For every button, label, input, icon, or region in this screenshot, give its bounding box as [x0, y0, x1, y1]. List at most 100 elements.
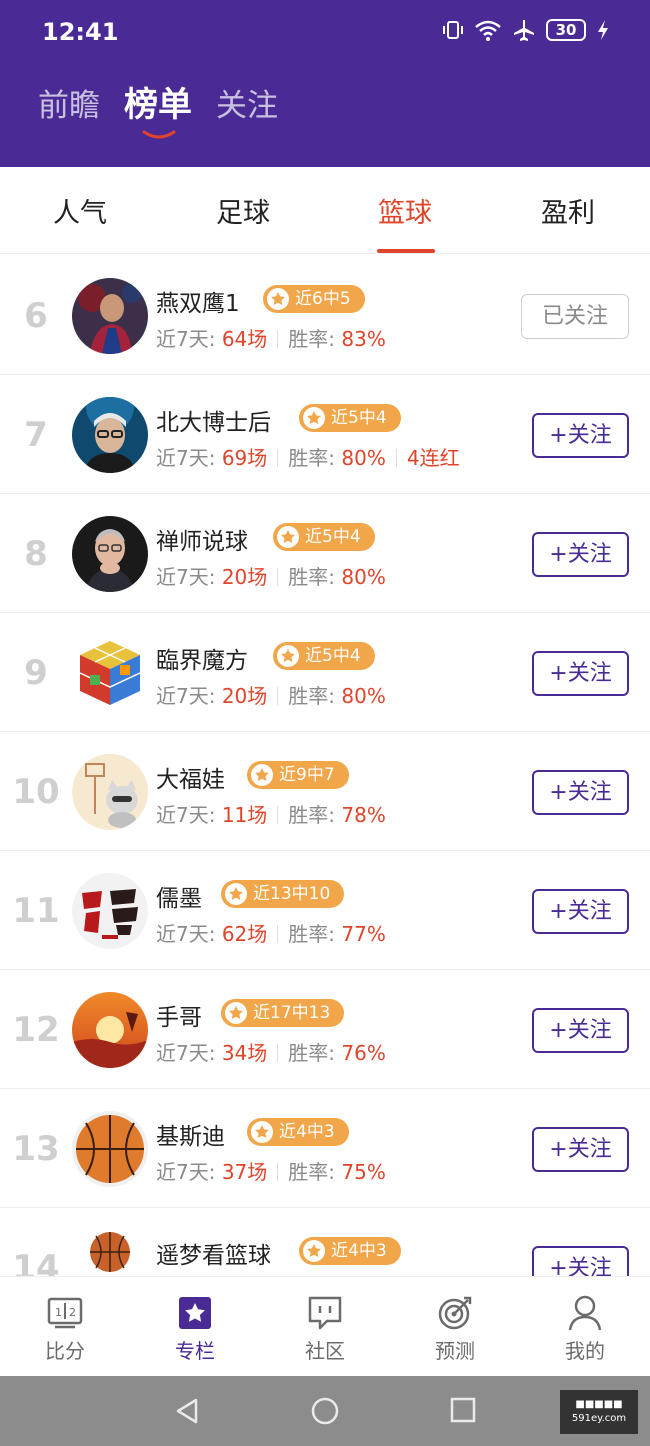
ranking-row[interactable]: 9 臨界魔方 近5中4 近7天: 20场 胜率: 80% +关注: [0, 613, 650, 732]
record-text: 近4中3: [331, 1241, 387, 1261]
svg-text:1: 1: [55, 1306, 62, 1319]
follow-button[interactable]: +关注: [532, 770, 629, 815]
nav-item-prediction[interactable]: 预测: [405, 1293, 505, 1364]
airplane-mode-icon: [514, 20, 534, 41]
record-badge: 近17中13: [221, 999, 345, 1027]
followed-button[interactable]: 已关注: [521, 294, 629, 339]
ranking-row[interactable]: 10 大福娃 近9中7 近7天: 11场 胜率: 78% +关注: [0, 732, 650, 851]
avatar-cat[interactable]: [72, 754, 148, 830]
win-rate-value: 80%: [341, 446, 386, 470]
nav-item-community[interactable]: 社区: [275, 1293, 375, 1364]
follow-button[interactable]: +关注: [532, 889, 629, 934]
star-icon: [251, 764, 273, 786]
tab-football[interactable]: 足球: [216, 191, 270, 230]
prediction-target-icon: [438, 1296, 472, 1330]
top-tab-preview[interactable]: 前瞻: [38, 91, 100, 122]
record-badge: 近6中5: [263, 285, 365, 313]
rank-number: 10: [12, 772, 60, 812]
win-rate-value: 75%: [341, 1160, 386, 1184]
games-label: 近7天:: [156, 803, 216, 827]
avatar-player[interactable]: [72, 278, 148, 354]
tipster-name[interactable]: 大福娃: [156, 760, 225, 794]
follow-button[interactable]: +关注: [532, 1008, 629, 1053]
avatar-coach[interactable]: [72, 516, 148, 592]
nav-label: 比分: [45, 1339, 85, 1363]
tipster-name[interactable]: 燕双鹰1: [156, 284, 240, 318]
nav-label: 我的: [565, 1339, 605, 1363]
status-time: 12:41: [42, 18, 119, 46]
watermark-line2: 591ey.com: [571, 1413, 627, 1424]
games-count: 62场: [221, 922, 268, 946]
follow-button[interactable]: +关注: [532, 651, 629, 696]
tab-profit[interactable]: 盈利: [541, 191, 595, 230]
avatar-calligraphy[interactable]: [72, 873, 148, 949]
vibrate-icon: [443, 21, 463, 39]
avatar-cube[interactable]: [72, 635, 148, 711]
follow-button[interactable]: +关注: [532, 532, 629, 577]
tipster-stats: 近7天: 69场 胜率: 80% 4连红: [156, 442, 460, 471]
status-bar: 12:41 30: [0, 0, 650, 68]
nav-item-profile[interactable]: 我的: [535, 1293, 635, 1364]
record-badge: 近4中3: [299, 1237, 401, 1265]
games-count: 69场: [221, 446, 268, 470]
home-icon[interactable]: [310, 1396, 340, 1426]
tipster-stats: 近7天: 64场 胜率: 83%: [156, 323, 386, 352]
tipster-name[interactable]: 臨界魔方: [156, 641, 248, 675]
record-text: 近9中7: [279, 765, 335, 785]
ranking-row[interactable]: 8 禅师说球 近5中4 近7天: 20场 胜率: 80% +关注: [0, 494, 650, 613]
nav-item-scores[interactable]: 12 比分: [15, 1293, 115, 1364]
ranking-row[interactable]: 13 基斯迪 近4中3 近7天: 37场 胜率: 75% +关注: [0, 1089, 650, 1208]
recent-apps-icon[interactable]: [449, 1396, 477, 1424]
star-icon: [225, 883, 247, 905]
system-navigation-bar: [0, 1376, 650, 1446]
ranking-row[interactable]: 7 北大博士后 近5中4 近7天: 69场 胜率: 80% 4连红 +关注: [0, 375, 650, 494]
win-rate-value: 80%: [341, 684, 386, 708]
avatar-basketball[interactable]: [72, 1111, 148, 1187]
battery-indicator: 30: [546, 19, 586, 41]
games-label: 近7天:: [156, 684, 216, 708]
tab-basketball[interactable]: 篮球: [378, 191, 432, 230]
avatar-basketball-small[interactable]: [72, 1230, 148, 1276]
games-count: 64场: [221, 327, 268, 351]
rank-number: 9: [24, 653, 48, 693]
community-chat-icon: [308, 1296, 342, 1330]
rank-number: 13: [12, 1129, 60, 1169]
follow-button[interactable]: +关注: [532, 413, 629, 458]
rank-number: 12: [12, 1010, 60, 1050]
tipster-name[interactable]: 儒墨: [156, 879, 202, 913]
follow-button[interactable]: +关注: [532, 1127, 629, 1172]
win-rate-label: 胜率:: [288, 1160, 336, 1184]
avatar-sunset[interactable]: [72, 992, 148, 1068]
tipster-name[interactable]: 基斯迪: [156, 1117, 225, 1151]
record-text: 近4中3: [279, 1122, 335, 1142]
nav-item-column[interactable]: 专栏: [145, 1293, 245, 1364]
top-tab-bar: 前瞻 榜单 关注: [38, 85, 278, 139]
ranking-row[interactable]: 14 遥梦看篮球 近4中3 +关注: [0, 1208, 650, 1276]
top-tab-follow[interactable]: 关注: [216, 91, 278, 122]
tab-popular[interactable]: 人气: [53, 191, 107, 230]
column-star-icon: [179, 1297, 211, 1329]
rank-number: 14: [12, 1248, 60, 1276]
tipster-name[interactable]: 北大博士后: [156, 403, 271, 437]
tipster-name[interactable]: 遥梦看篮球: [156, 1236, 271, 1270]
star-icon: [303, 407, 325, 429]
tipster-name[interactable]: 手哥: [156, 998, 202, 1032]
avatar-man-glasses[interactable]: [72, 397, 148, 473]
ranking-row[interactable]: 11 儒墨 近13中10 近7天: 62场 胜率: 77% +关注: [0, 851, 650, 970]
ranking-row[interactable]: 6 燕双鹰1 近6中5 近7天: 64场 胜率: 83% 已关注: [0, 256, 650, 375]
tipster-name[interactable]: 禅师说球: [156, 522, 248, 556]
top-tab-rankings-label: 榜单: [124, 85, 192, 125]
ranking-row[interactable]: 12 手哥 近17中13 近7天: 34场 胜率: 76% +关注: [0, 970, 650, 1089]
record-text: 近5中4: [331, 408, 387, 428]
follow-button[interactable]: +关注: [532, 1246, 629, 1276]
record-badge: 近5中4: [273, 523, 375, 551]
win-rate-label: 胜率:: [288, 327, 336, 351]
record-badge: 近5中4: [299, 404, 401, 432]
category-tab-indicator: [377, 249, 435, 253]
nav-label: 专栏: [175, 1339, 215, 1363]
status-icons: 30: [442, 18, 610, 42]
star-icon: [225, 1002, 247, 1024]
back-icon[interactable]: [172, 1396, 202, 1426]
top-tab-rankings[interactable]: 榜单: [124, 85, 192, 139]
ranking-list[interactable]: 6 燕双鹰1 近6中5 近7天: 64场 胜率: 83% 已关注 7 北大博士后 …: [0, 256, 650, 1276]
